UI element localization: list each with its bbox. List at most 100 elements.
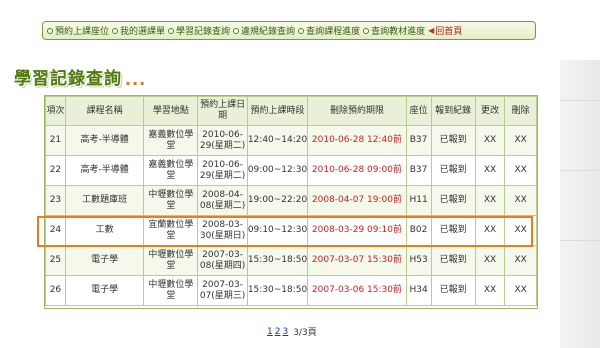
cell-time: 15:30~18:50	[246, 245, 309, 276]
col-header-edit: 更改	[474, 96, 506, 126]
table-row: 22 高考-半導體 嘉義數位學堂 2010-06-29(星期二) 09:00~1…	[45, 155, 537, 186]
cell-date: 2010-06-29(星期二)	[197, 125, 248, 156]
cell-place: 嘉義數位學堂	[143, 125, 199, 156]
cell-no: 21	[45, 125, 66, 156]
table-row-highlighted: 24 工數 宜蘭數位學堂 2008-03-30(星期日) 09:10~12:30…	[45, 215, 537, 246]
nav-item-learning-record[interactable]: 學習記錄查詢	[168, 24, 230, 37]
cell-delete: XX	[504, 125, 537, 156]
cell-no: 23	[45, 185, 66, 216]
col-header-delete: 刪除	[504, 96, 537, 126]
cell-place: 宜蘭數位學堂	[143, 215, 199, 246]
nav-item-label: 學習記錄查詢	[176, 27, 231, 37]
cell-time: 12:40~14:20	[246, 125, 309, 156]
cell-seat: B02	[405, 215, 432, 246]
col-header-place: 學習地點	[143, 96, 199, 126]
pagination: 1 2 3 3/3頁	[267, 325, 317, 339]
cell-checkin: 已報到	[430, 215, 476, 246]
cell-delete: XX	[504, 185, 537, 216]
cell-deadline: 2010-06-28 09:00前	[307, 155, 407, 186]
nav-item-my-course-list[interactable]: 我的選課單	[112, 24, 165, 37]
page-link-1[interactable]: 1	[267, 327, 273, 337]
table-row: 21 高考-半導體 嘉義數位學堂 2010-06-29(星期二) 12:40~1…	[45, 125, 537, 156]
bullet-icon	[112, 27, 119, 34]
cell-edit: XX	[474, 275, 506, 306]
col-header-time: 預約上課時段	[246, 96, 309, 126]
cell-date: 2008-04-08(星期二)	[197, 185, 248, 216]
cell-edit: XX	[474, 185, 506, 216]
cell-delete: XX	[504, 155, 537, 186]
cell-checkin: 已報到	[430, 275, 476, 306]
bullet-icon	[363, 27, 370, 34]
cell-place: 嘉義數位學堂	[143, 155, 199, 186]
nav-item-label: 我的選課單	[120, 27, 166, 37]
table-header-row: 項次 課程名稱 學習地點 預約上課日期 預約上課時段 刪除預約期限 座位 報到紀…	[45, 96, 537, 126]
page-summary: 3/3頁	[293, 328, 317, 338]
cell-deadline: 2010-06-28 12:40前	[307, 125, 407, 156]
cell-seat: H11	[405, 185, 432, 216]
home-link[interactable]: ◀ 回首頁	[428, 24, 462, 37]
nav-item-label: 違規紀錄查詢	[241, 27, 296, 37]
nav-item-material-progress[interactable]: 查詢教材進度	[363, 24, 425, 37]
bullet-icon	[168, 27, 175, 34]
back-arrow-icon: ◀	[428, 26, 435, 35]
cell-checkin: 已報到	[430, 185, 476, 216]
cell-delete: XX	[504, 215, 537, 246]
title-dots: ...	[125, 70, 147, 89]
page-title: 學習記錄查詢	[14, 69, 122, 89]
cell-delete: XX	[504, 245, 537, 276]
decor-line	[560, 100, 600, 101]
col-header-course: 課程名稱	[64, 96, 145, 126]
cell-date: 2007-03-07(星期三)	[197, 275, 248, 306]
cell-checkin: 已報到	[430, 155, 476, 186]
side-decor	[560, 60, 600, 348]
cell-course: 工數題庫班	[64, 185, 145, 216]
col-header-date: 預約上課日期	[197, 96, 248, 126]
cell-time: 19:00~22:20	[246, 185, 309, 216]
cell-deadline: 2008-03-29 09:10前	[307, 215, 407, 246]
cell-date: 2008-03-30(星期日)	[197, 215, 248, 246]
bullet-icon	[47, 27, 53, 34]
cell-deadline: 2008-04-07 19:00前	[307, 185, 407, 216]
table-row: 26 電子學 中壢數位學堂 2007-03-07(星期三) 15:30~18:5…	[45, 275, 537, 306]
cell-place: 中壢數位學堂	[143, 185, 199, 216]
nav-item-label: 預約上課座位	[55, 27, 110, 37]
cell-course: 高考-半導體	[64, 155, 145, 186]
page-link-3[interactable]: 3	[282, 327, 288, 337]
col-header-seat: 座位	[405, 96, 432, 126]
cell-no: 26	[45, 275, 66, 306]
decor-line	[560, 170, 600, 171]
cell-course: 電子學	[64, 245, 145, 276]
cell-deadline: 2007-03-07 15:30前	[307, 245, 407, 276]
nav-item-label: 查詢教材進度	[371, 27, 426, 37]
col-header-checkin: 報到紀錄	[430, 96, 476, 126]
nav-item-violation-record[interactable]: 違規紀錄查詢	[233, 24, 295, 37]
cell-edit: XX	[474, 155, 506, 186]
page-link-2[interactable]: 2	[275, 327, 281, 337]
cell-checkin: 已報到	[430, 125, 476, 156]
decor-line	[560, 240, 600, 241]
record-table-container: 項次 課程名稱 學習地點 預約上課日期 預約上課時段 刪除預約期限 座位 報到紀…	[44, 95, 538, 309]
cell-seat: H53	[405, 245, 432, 276]
nav-item-label: 查詢課程進度	[306, 27, 361, 37]
cell-time: 15:30~18:50	[246, 275, 309, 306]
cell-time: 09:10~12:30	[246, 215, 309, 246]
cell-date: 2007-03-08(星期四)	[197, 245, 248, 276]
cell-seat: B37	[405, 155, 432, 186]
cell-no: 22	[45, 155, 66, 186]
home-link-label: 回首頁	[435, 27, 463, 37]
bullet-icon	[233, 27, 240, 34]
col-header-deadline: 刪除預約期限	[307, 96, 407, 126]
cell-edit: XX	[474, 215, 506, 246]
cell-edit: XX	[474, 245, 506, 276]
cell-seat: B37	[405, 125, 432, 156]
cell-no: 24	[45, 215, 66, 246]
learning-record-table: 項次 課程名稱 學習地點 預約上課日期 預約上課時段 刪除預約期限 座位 報到紀…	[45, 96, 537, 306]
cell-edit: XX	[474, 125, 506, 156]
top-nav: 預約上課座位 我的選課單 學習記錄查詢 違規紀錄查詢 查詢課程進度 查詢教材進度…	[42, 21, 536, 40]
cell-seat: H34	[405, 275, 432, 306]
nav-item-reserve-seat[interactable]: 預約上課座位	[47, 24, 109, 37]
cell-no: 25	[45, 245, 66, 276]
nav-item-course-progress[interactable]: 查詢課程進度	[298, 24, 360, 37]
bullet-icon	[298, 27, 305, 34]
cell-checkin: 已報到	[430, 245, 476, 276]
